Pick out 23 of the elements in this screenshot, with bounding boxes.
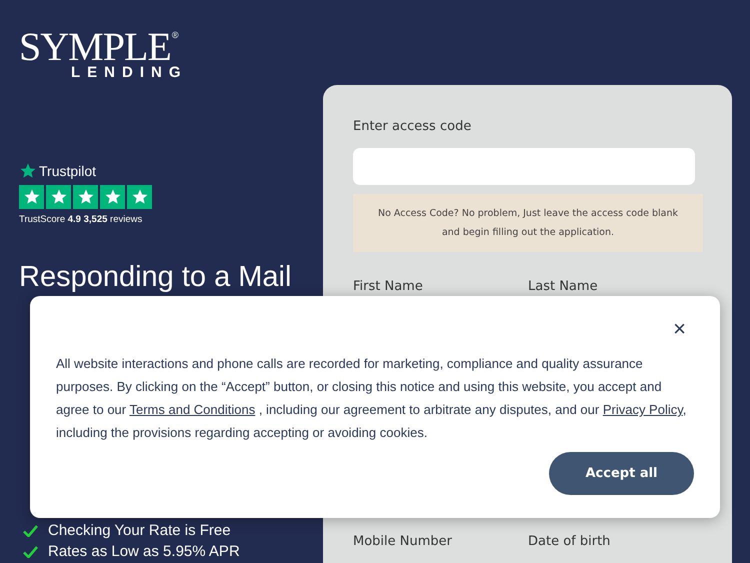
registered-mark: ® [172, 30, 178, 40]
star-icon [19, 162, 37, 180]
check-icon [23, 525, 38, 537]
info-note: No Access Code? No problem, Just leave the access code blank and begin filling out the application. [353, 194, 703, 252]
access-code-field[interactable] [353, 148, 695, 185]
trustpilot-label: Trustpilot [39, 163, 96, 179]
accept-all-button[interactable]: Accept all [549, 452, 694, 495]
trust-score: TrustScore 4.9 3,525 reviews [19, 214, 144, 225]
check-icon [23, 546, 38, 558]
field-label: First Name [353, 279, 424, 294]
policy-link[interactable]: Privacy Policy [602, 402, 683, 417]
logo-wordmark: SYMPLE [19, 30, 171, 64]
policy-link[interactable]: Terms and Conditions [129, 402, 256, 417]
field-label: Date of birth [528, 534, 612, 549]
benefit-text: Checking Your Rate is Free [48, 522, 231, 540]
field-label: Last Name [528, 279, 599, 294]
cookie-notice-text: All website interactions and phone calls are recorded for marketing, compliance and quality assurance purposes. By clicking on the “Accept” button, or closing this notice and using this website, you accept and agree to our Terms and Conditions , including our agreement to arbitrate any disputes, and our Privacy Policy, including the provisions regarding accepting or avoiding cookies. [56, 355, 688, 442]
benefit-text: Rates as Low as 5.95% APR [48, 543, 240, 561]
page-heading: Responding to a Mail [19, 260, 292, 294]
field-label: Mobile Number [353, 534, 453, 549]
logo-subline: LENDING [71, 64, 188, 82]
close-button[interactable]: × [665, 318, 694, 340]
field-label: Enter access code [353, 119, 472, 134]
